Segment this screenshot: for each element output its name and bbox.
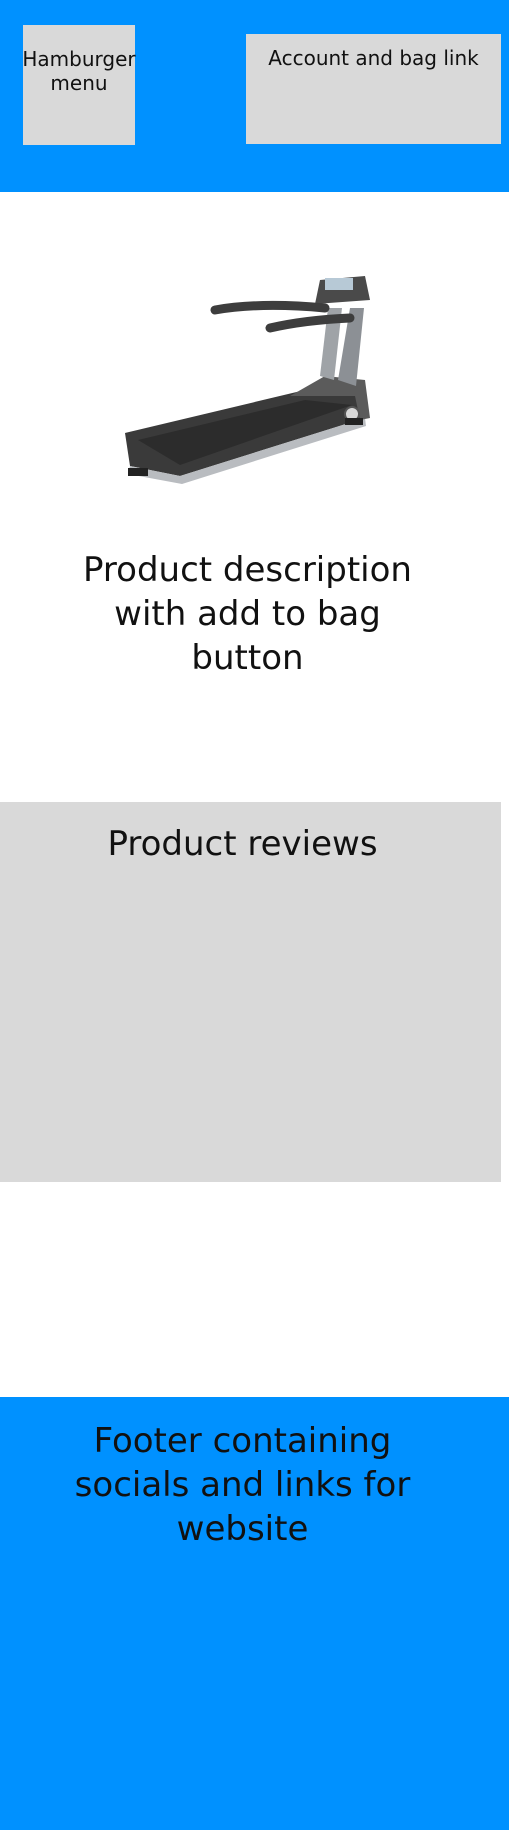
account-and-bag-link[interactable]: Account and bag link [246, 34, 501, 144]
treadmill-image-icon [125, 276, 370, 484]
product-reviews-section: Product reviews [0, 802, 501, 1182]
product-description: Product description with add to bag butt… [83, 550, 412, 678]
wireframe-page: Hamburger menu Account and bag link Prod… [0, 0, 509, 1830]
footer-text: Footer containing socials and links for … [74, 1421, 411, 1549]
site-header: Hamburger menu Account and bag link [0, 0, 509, 192]
hamburger-menu-button[interactable]: Hamburger menu [22, 25, 136, 145]
account-and-bag-label: Account and bag link [268, 46, 479, 70]
hamburger-menu-label: Hamburger menu [22, 47, 136, 95]
site-footer: Footer containing socials and links for … [0, 1397, 509, 1830]
product-reviews-title: Product reviews [107, 824, 378, 864]
